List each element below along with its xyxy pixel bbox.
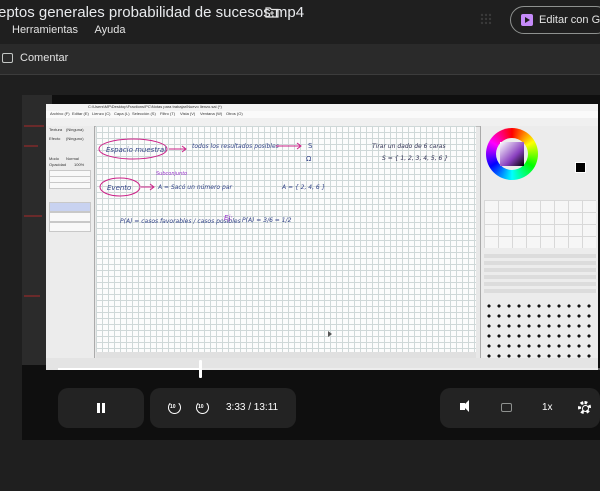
captions-icon[interactable] [501, 403, 512, 412]
panel-label: Efecto [49, 136, 61, 141]
whiteboard-espacio-muestral: Espacio muestral [106, 146, 166, 154]
rewind-10-icon[interactable]: 10 [168, 401, 181, 414]
whiteboard-todos-resultados: todos los resultados posibles [192, 143, 279, 150]
app-window-title: C:\Users\MP\Desktop\Fractions\PC\Notas p… [88, 104, 222, 109]
whiteboard-tirar-dado: Tirar un dado de 6 caras [372, 143, 446, 150]
app-left-panel: Textura (Ninguna) Efecto (Ninguno) Modo … [46, 126, 95, 370]
pause-button[interactable] [58, 388, 144, 428]
add-comment-icon[interactable] [2, 53, 13, 63]
volume-icon[interactable] [460, 400, 469, 412]
app-menu-bar: Archivo (F) Editar (E) Lienzo (C) Capa (… [46, 111, 598, 118]
divider [0, 74, 600, 75]
apps-grid-icon[interactable] [480, 13, 492, 25]
panel-value: Normal [66, 156, 79, 161]
whiteboard-ejemplo-label: Ej: [224, 214, 233, 222]
panel-value: 100% [74, 162, 85, 167]
panel-label: Textura [49, 127, 63, 132]
current-time: 3:33 [226, 402, 246, 413]
drawing-canvas: Espacio muestral todos los resultados po… [96, 126, 476, 352]
top-bar: eptos generales probabilidad de sucesos.… [0, 0, 600, 42]
current-color-swatch [575, 162, 586, 173]
rewind-seconds: 10 [170, 404, 176, 410]
panel-label: Opacidad [49, 162, 67, 167]
brush-tools-grid [484, 200, 596, 248]
menu-ayuda[interactable]: Ayuda [94, 24, 125, 36]
app-right-panel [480, 126, 598, 370]
brush-settings [484, 254, 596, 296]
whiteboard-ejemplo: P(A) = 3/6 = 1/2 [242, 217, 292, 224]
color-picker-square [500, 142, 524, 166]
edit-with-button[interactable]: Editar con Go [510, 6, 600, 34]
app-menu-item: Archivo (F) [50, 111, 70, 116]
whiteboard-subconjunto: Subconjunto [156, 171, 187, 177]
seek-handle[interactable] [199, 360, 203, 378]
whiteboard-evento-definicion: A = Sacó un número par [157, 184, 232, 191]
panel-label: Modo [49, 156, 60, 161]
menu-herramientas[interactable]: Herramientas [12, 24, 78, 36]
app-title-bar: C:\Users\MP\Desktop\Fractions\PC\Notas p… [46, 104, 598, 111]
app-menu-item: Selección (S) [132, 111, 156, 116]
settings-gear-icon[interactable] [578, 401, 591, 414]
whiteboard-probabilidad: P(A) = casos favorables / casos posibles [120, 218, 241, 225]
whiteboard-omega: Ω [306, 155, 312, 163]
video-frame-paint-app: C:\Users\MP\Desktop\Fractions\PC\Notas p… [46, 104, 598, 370]
forward-10-icon[interactable]: 10 [196, 401, 209, 414]
app-menu-item: Filtro (T) [160, 111, 176, 116]
duration: / 13:11 [248, 402, 279, 413]
panel-value: (Ninguno) [66, 136, 84, 141]
comment-bar: Comentar [0, 44, 600, 74]
app-menu-item: Capa (L) [114, 111, 130, 116]
panel-value: (Ninguna) [66, 127, 84, 132]
video-editor-icon [521, 14, 533, 26]
comment-button[interactable]: Comentar [20, 52, 68, 64]
app-menu-item: Editar (E) [72, 111, 89, 116]
app-menu-item: Lienzo (C) [92, 111, 111, 116]
edit-with-label: Editar con Go [539, 14, 600, 26]
forward-seconds: 10 [198, 404, 204, 410]
move-to-folder-icon[interactable] [265, 7, 279, 18]
app-menu-item: Ventana (W) [200, 111, 223, 116]
menu-bar: Herramientas Ayuda [12, 24, 139, 36]
pause-icon [97, 403, 100, 413]
time-display: 3:33 / 13:11 [226, 402, 278, 413]
right-controls: 1x [440, 388, 600, 428]
seek-bar-progress [58, 368, 202, 370]
whiteboard-evento-conjunto: A = { 2, 4, 6 } [281, 184, 325, 191]
whiteboard-evento: Evento [107, 184, 131, 192]
whiteboard-conjunto-s: S = { 1, 2, 3, 4, 5, 6 } [382, 155, 448, 162]
playback-speed-button[interactable]: 1x [542, 402, 553, 413]
whiteboard-s: S [308, 142, 313, 150]
file-title: eptos generales probabilidad de sucesos.… [0, 4, 305, 21]
seek-controls: 10 10 3:33 / 13:11 [150, 388, 296, 428]
app-menu-item: Vista (V) [180, 111, 196, 116]
app-menu-item: Otros (O) [226, 111, 243, 116]
